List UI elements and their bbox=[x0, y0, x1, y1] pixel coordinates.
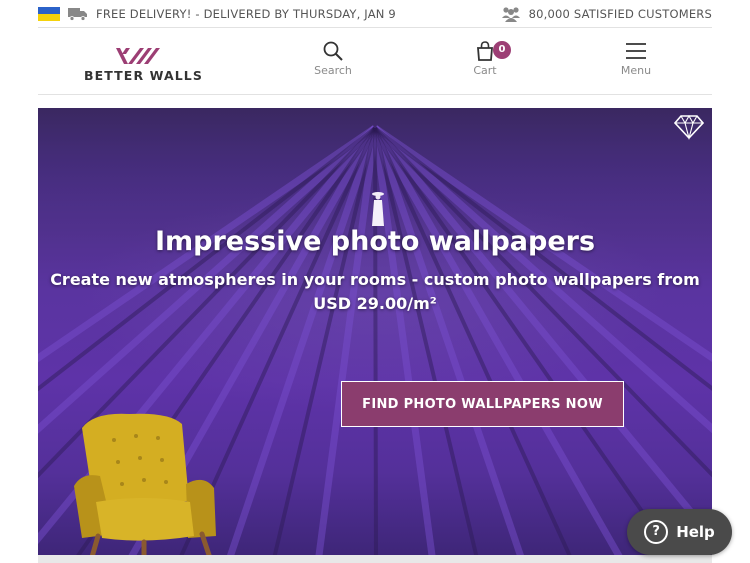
top-info-bar: FREE DELIVERY! - DELIVERED BY THURSDAY, … bbox=[38, 0, 712, 28]
cart-count-badge: 0 bbox=[493, 41, 511, 59]
cart-button[interactable]: Cart 0 bbox=[455, 40, 515, 77]
hero-subtitle: Create new atmospheres in your rooms - c… bbox=[48, 268, 702, 316]
person-figure bbox=[372, 192, 384, 226]
delivery-text: FREE DELIVERY! - DELIVERED BY THURSDAY, … bbox=[96, 6, 396, 21]
diamond-icon bbox=[674, 114, 704, 140]
site-header: BETTER WALLS Search Cart 0 Menu bbox=[38, 28, 712, 95]
menu-label: Menu bbox=[620, 64, 652, 77]
truck-icon bbox=[68, 7, 87, 21]
search-label: Search bbox=[314, 64, 352, 77]
ukraine-flag-icon bbox=[38, 6, 60, 21]
customers-info: 80,000 SATISFIED CUSTOMERS bbox=[501, 6, 712, 22]
search-button[interactable]: Search bbox=[303, 40, 363, 77]
armchair-image bbox=[74, 413, 216, 563]
customers-icon bbox=[501, 6, 520, 22]
help-button[interactable]: ? Help bbox=[627, 509, 732, 555]
menu-icon bbox=[626, 43, 646, 59]
help-label: Help bbox=[676, 523, 715, 541]
customers-text: 80,000 SATISFIED CUSTOMERS bbox=[528, 6, 712, 21]
find-wallpapers-button[interactable]: FIND PHOTO WALLPAPERS NOW bbox=[341, 381, 624, 427]
hero-bottom-border bbox=[38, 555, 712, 563]
logo-text[interactable]: BETTER WALLS bbox=[84, 68, 203, 83]
hero-banner: Impressive photo wallpapers Create new a… bbox=[38, 108, 712, 563]
hero-title: Impressive photo wallpapers bbox=[154, 226, 596, 257]
hero-subtitle-line1: Create new atmospheres in your rooms - c… bbox=[50, 270, 700, 289]
menu-button[interactable]: Menu bbox=[606, 40, 666, 77]
question-icon: ? bbox=[644, 520, 669, 544]
hero-subtitle-line2: USD 29.00/m² bbox=[313, 294, 437, 313]
cart-label: Cart bbox=[473, 64, 497, 77]
delivery-info: FREE DELIVERY! - DELIVERED BY THURSDAY, … bbox=[38, 6, 396, 21]
search-icon bbox=[323, 41, 343, 61]
